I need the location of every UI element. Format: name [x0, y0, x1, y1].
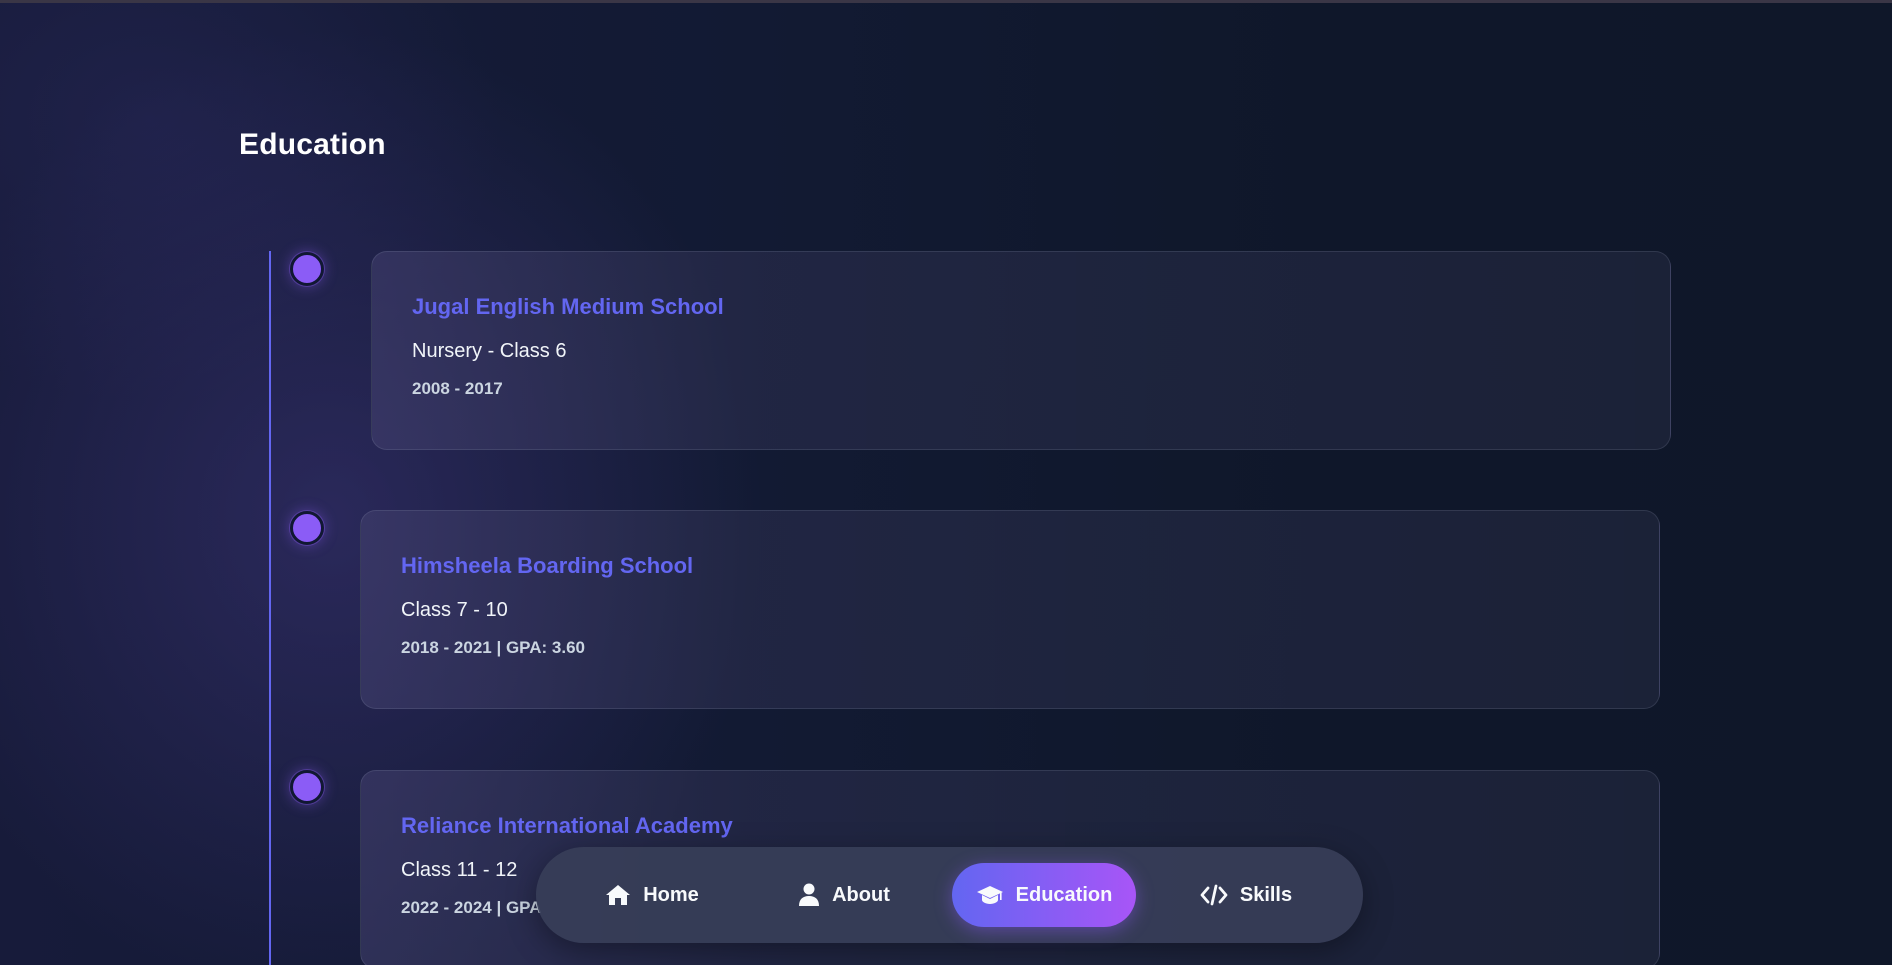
nav-education-label: Education: [1015, 883, 1113, 906]
timeline-line: [269, 251, 271, 965]
timeline-dot: [290, 252, 324, 286]
bottom-nav: Home About Education Skills: [536, 847, 1363, 943]
grade-range: Class 7 - 10: [401, 599, 508, 621]
grade-range: Nursery - Class 6: [412, 340, 567, 362]
nav-home[interactable]: Home: [552, 863, 752, 927]
school-name: Reliance International Academy: [401, 813, 733, 838]
education-card: Jugal English Medium School Nursery - Cl…: [371, 251, 1671, 450]
year-range: 2008 - 2017: [412, 379, 503, 398]
timeline-dot: [290, 511, 324, 545]
nav-education[interactable]: Education: [952, 863, 1136, 927]
timeline-dot: [290, 770, 324, 804]
nav-about-label: About: [832, 883, 890, 906]
nav-skills-label: Skills: [1239, 883, 1293, 906]
nav-skills[interactable]: Skills: [1146, 863, 1346, 927]
graduation-cap-icon: [976, 886, 1003, 904]
section-title: Education: [239, 128, 386, 161]
code-icon: [1200, 884, 1228, 906]
nav-home-label: Home: [643, 883, 699, 906]
top-border: [0, 0, 1892, 3]
school-name: Jugal English Medium School: [412, 294, 724, 319]
school-name: Himsheela Boarding School: [401, 553, 694, 578]
nav-about[interactable]: About: [752, 863, 936, 927]
user-icon: [799, 883, 820, 906]
education-card: Himsheela Boarding School Class 7 - 10 2…: [360, 510, 1660, 709]
year-range: 2018 - 2021 | GPA: 3.60: [401, 638, 585, 657]
home-icon: [606, 885, 631, 905]
